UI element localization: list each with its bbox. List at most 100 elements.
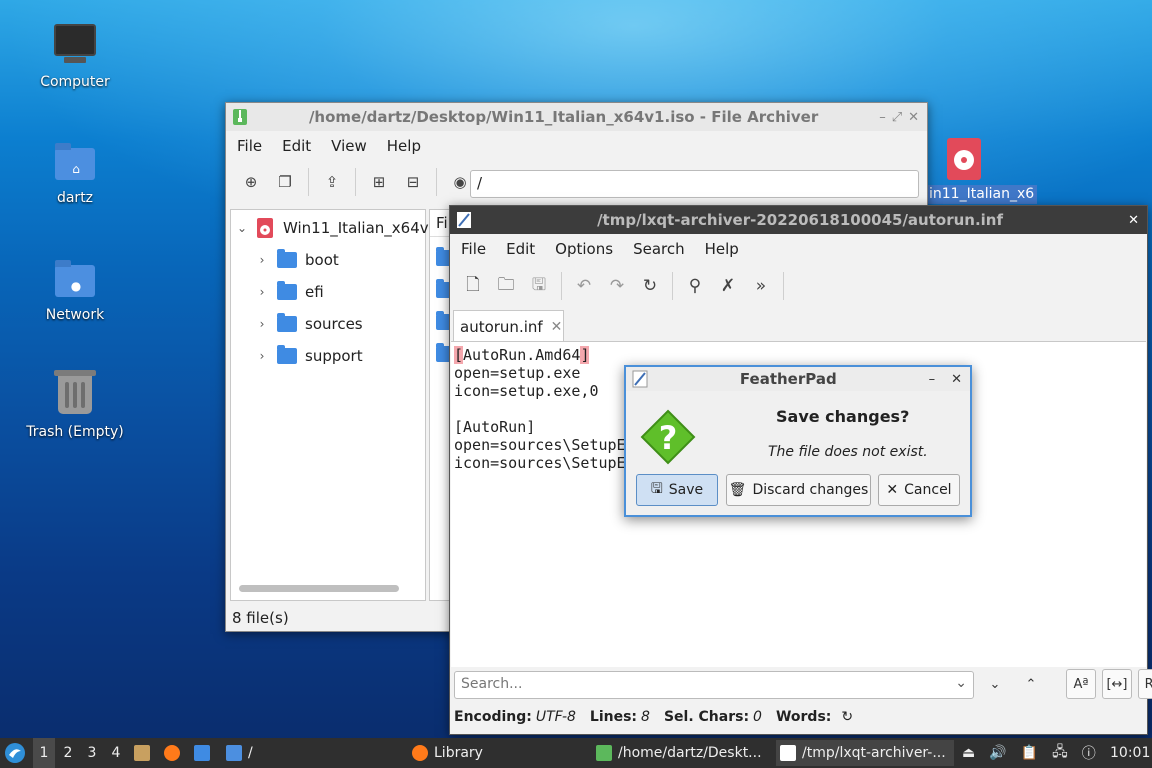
search-input[interactable]: Search... ⌄ (454, 671, 974, 699)
clipboard-icon[interactable]: 📋 (1021, 745, 1038, 761)
tree-item-support[interactable]: › support (255, 344, 363, 368)
featherpad-titlebar[interactable]: /tmp/lxqt-archiver-20220618100045/autoru… (450, 206, 1147, 234)
taskbar: 1 2 3 4 / Library /home/dartz/Deskt... /… (0, 738, 1152, 768)
home-folder-icon: ⌂ (53, 140, 97, 184)
desktop-icon-computer[interactable]: Computer (20, 24, 130, 90)
desktop-icon-trash[interactable]: Trash (Empty) (20, 370, 130, 440)
menu-search[interactable]: Search (626, 240, 692, 258)
chevron-right-icon[interactable]: › (255, 349, 269, 363)
archive-app-icon (596, 745, 612, 761)
editor-line: open=setup.exe (454, 364, 581, 382)
dialog-title: FeatherPad (739, 370, 837, 388)
tree-root[interactable]: ⌄ Win11_Italian_x64v1. (235, 216, 443, 240)
find-previous-icon[interactable]: ⌃ (1016, 669, 1046, 699)
redo-icon[interactable]: ↷ (602, 271, 632, 301)
featherpad-app-icon (780, 745, 796, 761)
tab-autorun[interactable]: autorun.inf ✕ (453, 310, 564, 342)
open-archive-icon[interactable]: ❐ (270, 167, 300, 197)
minimize-icon[interactable]: – (929, 372, 936, 387)
menu-file[interactable]: File (230, 137, 269, 155)
undo-icon[interactable]: ↶ (569, 271, 599, 301)
refresh-icon[interactable]: ↻ (841, 709, 853, 725)
eject-icon[interactable]: ⏏ (962, 745, 975, 761)
dialog-titlebar[interactable]: FeatherPad – ✕ (626, 367, 970, 391)
tree-item-efi[interactable]: › efi (255, 280, 324, 304)
notification-icon[interactable]: ⓘ (1082, 743, 1096, 763)
dialog-message: The file does not exist. (768, 444, 928, 460)
question-icon: ? (640, 409, 696, 465)
iso-file-icon[interactable] (944, 138, 984, 182)
clock[interactable]: 10:01 (1110, 738, 1150, 768)
close-icon[interactable]: ✕ (1128, 213, 1139, 228)
regex-icon[interactable]: Rx (1138, 669, 1152, 699)
iso-file-label[interactable]: in11_Italian_x6 (926, 185, 1038, 204)
menu-help[interactable]: Help (380, 137, 428, 155)
more-icon[interactable]: » (746, 271, 776, 301)
desktop-4[interactable]: 4 (105, 738, 127, 768)
minimize-icon[interactable]: – (879, 110, 886, 125)
reload-icon[interactable]: ↻ (635, 271, 665, 301)
close-tab-icon[interactable]: ✕ (551, 319, 563, 335)
menu-edit[interactable]: Edit (275, 137, 318, 155)
close-icon[interactable]: ✕ (951, 372, 962, 387)
menu-edit[interactable]: Edit (499, 240, 542, 258)
desktop-2[interactable]: 2 (57, 738, 79, 768)
chevron-right-icon[interactable]: › (255, 253, 269, 267)
start-menu-button[interactable] (4, 738, 26, 768)
new-archive-icon[interactable]: ⊕ (236, 167, 266, 197)
quicklaunch-files[interactable] (134, 738, 150, 768)
save-button-label: Save (668, 482, 704, 498)
chevron-down-icon[interactable]: ⌄ (955, 675, 967, 691)
maximize-icon[interactable]: ⤢ (892, 110, 902, 125)
open-folder-icon[interactable]: 🗀 (491, 271, 521, 301)
featherpad-app-icon (632, 370, 648, 388)
cancel-button[interactable]: ✕ Cancel (878, 474, 960, 506)
task-archiver[interactable]: /home/dartz/Deskt... (592, 740, 772, 766)
trash-icon (53, 370, 97, 418)
task-library[interactable]: Library (408, 740, 588, 766)
editor-line: open=sources\SetupE (454, 436, 626, 454)
path-input[interactable]: / (470, 170, 919, 198)
network-icon[interactable]: 🖧 (1052, 741, 1068, 765)
save-icon[interactable]: 🖫 (524, 271, 554, 301)
tree-item-boot[interactable]: › boot (255, 248, 339, 272)
archiver-titlebar[interactable]: /home/dartz/Desktop/Win11_Italian_x64v1.… (226, 103, 927, 131)
sel-chars-label: Sel. Chars: (663, 709, 750, 725)
add-files-icon[interactable]: ⊞ (364, 167, 394, 197)
chevron-right-icon[interactable]: › (255, 317, 269, 331)
horizontal-scrollbar[interactable] (239, 585, 399, 592)
desktop-icon-network[interactable]: ● Network (20, 257, 130, 323)
whole-word-icon[interactable]: [↔] (1102, 669, 1132, 699)
quicklaunch-folder[interactable]: / (226, 738, 253, 768)
close-icon[interactable]: ✕ (908, 110, 919, 125)
desktop-icon-home[interactable]: ⌂ dartz (20, 140, 130, 206)
task-featherpad[interactable]: /tmp/lxqt-archiver-... (776, 740, 954, 766)
add-folder-icon[interactable]: ⊟ (398, 167, 428, 197)
search-placeholder: Search... (461, 676, 523, 692)
match-case-icon[interactable]: Aª (1066, 669, 1096, 699)
cancel-button-label: Cancel (904, 482, 952, 498)
menu-view[interactable]: View (324, 137, 374, 155)
quicklaunch-firefox[interactable] (164, 738, 180, 768)
new-file-icon[interactable]: 🗋 (458, 271, 488, 301)
menu-options[interactable]: Options (548, 240, 620, 258)
desktop-1[interactable]: 1 (33, 738, 55, 768)
find-replace-icon[interactable]: ✗ (713, 271, 743, 301)
menu-help[interactable]: Help (698, 240, 746, 258)
featherpad-menubar: File Edit Options Search Help (450, 234, 1147, 264)
tree-item-sources[interactable]: › sources (255, 312, 363, 336)
find-icon[interactable]: ⚲ (680, 271, 710, 301)
save-button[interactable]: 🖫 Save (636, 474, 718, 506)
desktop-icon-label: Computer (40, 74, 110, 90)
find-next-icon[interactable]: ⌄ (980, 669, 1010, 699)
chevron-right-icon[interactable]: › (255, 285, 269, 299)
menu-file[interactable]: File (454, 240, 493, 258)
quicklaunch-desktop[interactable] (194, 738, 210, 768)
extract-icon[interactable]: ⇪ (317, 167, 347, 197)
encoding-value: UTF-8 (535, 709, 576, 725)
svg-text:?: ? (659, 419, 678, 457)
discard-changes-button[interactable]: 🗑 Discard changes (726, 474, 871, 506)
desktop-3[interactable]: 3 (81, 738, 103, 768)
volume-icon[interactable]: 🔊 (989, 745, 1006, 761)
chevron-down-icon[interactable]: ⌄ (235, 221, 249, 235)
